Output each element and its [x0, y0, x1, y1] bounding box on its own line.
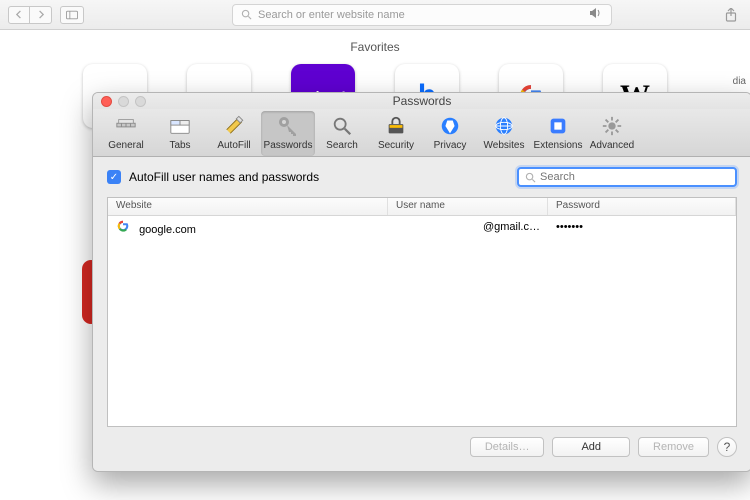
address-bar[interactable]: Search or enter website name	[232, 4, 612, 26]
preferences-titlebar[interactable]: Passwords	[93, 93, 750, 109]
pref-tab-autofill[interactable]: AutoFill	[207, 111, 261, 156]
password-list-header[interactable]: Website User name Password	[108, 198, 736, 216]
pref-tab-label: Advanced	[590, 140, 634, 151]
pref-tab-websites[interactable]: Websites	[477, 111, 531, 156]
row-username: @gmail.c…	[388, 221, 548, 233]
websites-icon	[491, 113, 517, 139]
remove-button[interactable]: Remove	[638, 437, 709, 457]
search-icon	[241, 9, 252, 20]
password-search-field[interactable]	[517, 167, 737, 187]
add-button[interactable]: Add	[552, 437, 630, 457]
partial-label-dia: dia	[733, 76, 746, 87]
pref-tab-label: Security	[378, 140, 414, 151]
nav-buttons	[8, 6, 52, 24]
safari-toolbar: Search or enter website name	[0, 0, 750, 30]
pref-tab-label: Tabs	[169, 140, 190, 151]
general-icon	[113, 113, 139, 139]
back-button[interactable]	[8, 6, 30, 24]
pref-tab-advanced[interactable]: Advanced	[585, 111, 639, 156]
autofill-option-row: ✓ AutoFill user names and passwords	[93, 157, 750, 197]
speaker-icon[interactable]	[589, 7, 603, 22]
pref-tab-general[interactable]: General	[99, 111, 153, 156]
row-website-text: google.com	[139, 224, 196, 236]
pref-tab-security[interactable]: Security	[369, 111, 423, 156]
advanced-icon	[599, 113, 625, 139]
pref-tab-label: General	[108, 140, 144, 151]
forward-button[interactable]	[30, 6, 52, 24]
column-header-username[interactable]: User name	[388, 198, 548, 215]
privacy-icon	[437, 113, 463, 139]
column-header-website[interactable]: Website	[108, 198, 388, 215]
preferences-window: Passwords General Tabs AutoFill Password…	[92, 92, 750, 472]
password-row[interactable]: google.com @gmail.c… •••••••	[108, 216, 736, 238]
pref-tab-label: Passwords	[264, 140, 313, 151]
autofill-icon	[221, 113, 247, 139]
google-favicon	[116, 219, 130, 233]
autofill-checkbox-label: AutoFill user names and passwords	[129, 170, 319, 184]
password-list: Website User name Password google.com @g…	[107, 197, 737, 427]
pref-tab-label: Extensions	[534, 140, 583, 151]
pref-tab-label: Search	[326, 140, 358, 151]
share-button[interactable]	[720, 6, 742, 24]
pref-tab-tabs[interactable]: Tabs	[153, 111, 207, 156]
search-icon	[525, 172, 536, 183]
preferences-body: ✓ AutoFill user names and passwords Webs…	[93, 157, 750, 471]
details-button[interactable]: Details…	[470, 437, 545, 457]
pref-tab-label: Websites	[484, 140, 525, 151]
pref-tab-label: Privacy	[434, 140, 467, 151]
row-website: google.com	[108, 219, 388, 236]
favorites-heading: Favorites	[0, 40, 750, 54]
autofill-checkbox[interactable]: ✓	[107, 170, 121, 184]
preferences-toolbar: General Tabs AutoFill Passwords Search S…	[93, 109, 750, 157]
pref-tab-extensions[interactable]: Extensions	[531, 111, 585, 156]
pref-tab-search[interactable]: Search	[315, 111, 369, 156]
password-search-input[interactable]	[540, 171, 729, 183]
pref-tab-privacy[interactable]: Privacy	[423, 111, 477, 156]
pref-tab-passwords[interactable]: Passwords	[261, 111, 315, 156]
extensions-icon	[545, 113, 571, 139]
column-header-password[interactable]: Password	[548, 198, 736, 215]
search-tab-icon	[329, 113, 355, 139]
address-placeholder: Search or enter website name	[258, 9, 405, 21]
preferences-footer: Details… Add Remove ?	[93, 427, 750, 471]
security-icon	[383, 113, 409, 139]
pref-tab-label: AutoFill	[217, 140, 250, 151]
tabs-icon	[167, 113, 193, 139]
preferences-title: Passwords	[93, 94, 750, 108]
help-button[interactable]: ?	[717, 437, 737, 457]
row-password: •••••••	[548, 221, 736, 233]
passwords-icon	[275, 113, 301, 139]
sidebar-toggle-button[interactable]	[60, 6, 84, 24]
